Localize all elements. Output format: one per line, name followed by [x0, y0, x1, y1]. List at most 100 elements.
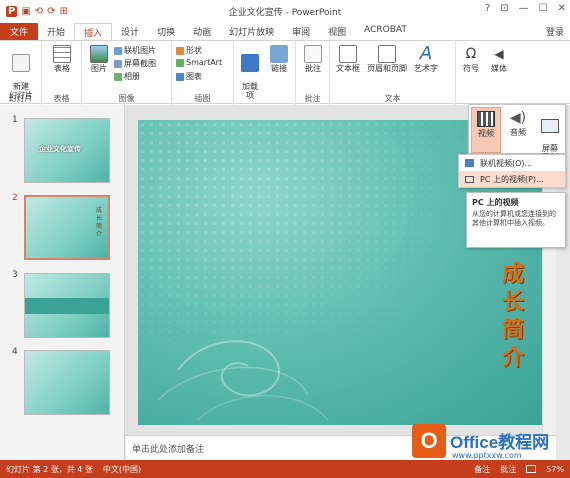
tab-slideshow[interactable]: 幻灯片放映	[220, 23, 283, 40]
tooltip: PC 上的视频 从您的计算机或您连接到的其他计算机中插入视频。	[466, 192, 566, 248]
chart-button[interactable]: 图表	[176, 71, 202, 82]
redo-icon[interactable]: ⟳	[47, 6, 55, 17]
screen-record-icon	[541, 119, 559, 133]
textbox-icon	[339, 45, 357, 63]
slide-thumbnail[interactable]	[24, 273, 110, 338]
tab-design[interactable]: 设计	[112, 23, 148, 40]
video-menu: 联机视频(O)... PC 上的视频(P)...	[458, 154, 566, 188]
slide-thumbnail[interactable]	[24, 350, 110, 415]
tooltip-title: PC 上的视频	[472, 198, 519, 207]
links-button[interactable]: 链接	[266, 45, 292, 73]
table-icon	[53, 45, 71, 63]
group-text: 文本框 页眉和页脚 A 艺术字 文本	[330, 41, 456, 105]
online-pictures-button[interactable]: 联机图片	[114, 45, 156, 56]
minimize-button[interactable]: —	[519, 3, 529, 14]
textbox-button[interactable]: 文本框	[332, 45, 364, 73]
globe-video-icon	[465, 159, 474, 167]
customize-icon[interactable]: ⊞	[60, 6, 68, 17]
login-link[interactable]: 登录	[546, 25, 564, 38]
screen-recording-button[interactable]: 屏幕 录制	[535, 107, 565, 162]
shapes-icon	[176, 46, 184, 55]
tab-view[interactable]: 视图	[319, 23, 355, 40]
menu-item-pc-video[interactable]: PC 上的视频(P)...	[459, 171, 565, 187]
title-bar: P ▣ ⟲ ⟳ ⊞ 企业文化宣传 - PowerPoint ? ⊡ — ☐ ✕	[0, 0, 570, 22]
wordart-button[interactable]: A 艺术字	[410, 43, 442, 74]
ribbon-display-button[interactable]: ⊡	[500, 3, 508, 14]
language-indicator[interactable]: 中文(中国)	[103, 464, 141, 475]
slide-vertical-title[interactable]: 成长简介	[498, 260, 528, 372]
tab-review[interactable]: 审阅	[283, 23, 319, 40]
slide-thumbnail-selected[interactable]: 成长简介	[24, 195, 110, 260]
save-icon[interactable]: ▣	[21, 6, 30, 17]
quick-access-toolbar: P ▣ ⟲ ⟳ ⊞	[0, 5, 68, 17]
tab-acrobat[interactable]: ACROBAT	[355, 23, 416, 40]
wordart-icon: A	[419, 43, 433, 64]
screenshot-icon	[114, 59, 122, 68]
tab-animations[interactable]: 动画	[184, 23, 220, 40]
group-illustrations: 形状 SmartArt 图表 插图	[172, 41, 234, 105]
comment-icon	[304, 45, 322, 63]
thumbnail-title: 企业文化宣传	[39, 145, 81, 153]
shapes-button[interactable]: 形状	[176, 45, 202, 56]
media-button[interactable]: ◀ 媒体	[486, 45, 512, 73]
header-footer-icon	[378, 45, 396, 63]
undo-icon[interactable]: ⟲	[35, 6, 43, 17]
watermark: O Office教程网 www.pptxxw.com	[412, 424, 562, 468]
office-logo-icon: O	[412, 424, 446, 458]
header-footer-button[interactable]: 页眉和页脚	[364, 45, 410, 73]
slide-number: 2	[12, 193, 18, 203]
window-controls: ? ⊡ — ☐ ✕	[485, 3, 566, 14]
tab-home[interactable]: 开始	[38, 23, 74, 40]
audio-button[interactable]: ◀) 音频	[503, 107, 533, 153]
smartart-button[interactable]: SmartArt	[176, 58, 222, 67]
new-slide-button[interactable]: 新建 幻灯片	[4, 45, 38, 100]
comment-button[interactable]: 批注	[300, 45, 326, 73]
speaker-icon: ◀)	[509, 110, 527, 126]
slide-count: 幻灯片 第 2 张，共 4 张	[6, 464, 93, 474]
thumbnail-band	[25, 298, 109, 314]
omega-icon: Ω	[465, 46, 477, 62]
group-comments: 批注 批注	[296, 41, 330, 105]
tab-transitions[interactable]: 切换	[148, 23, 184, 40]
media-dropdown: 视频 ◀) 音频 屏幕 录制	[468, 104, 566, 162]
tooltip-description: 从您的计算机或您连接到的其他计算机中插入视频。	[472, 210, 556, 227]
film-icon	[477, 111, 495, 127]
chart-icon	[176, 72, 184, 81]
link-icon	[270, 45, 288, 63]
watermark-url: www.pptxxw.com	[452, 451, 522, 460]
menu-item-online-video[interactable]: 联机视频(O)...	[459, 155, 565, 171]
video-button[interactable]: 视频	[471, 107, 501, 153]
thumbnail-title: 成长简介	[96, 207, 103, 238]
ribbon: 新建 幻灯片 幻灯片 表格 表格 图片 联机图片 屏幕截图 相册 图像 形状 S…	[0, 40, 570, 105]
screenshot-button[interactable]: 屏幕截图	[114, 58, 156, 69]
addins-button[interactable]: 加载 项	[238, 45, 262, 100]
picture-icon	[90, 45, 108, 63]
smartart-icon	[176, 58, 184, 67]
slide-number: 1	[12, 115, 18, 125]
online-pictures-icon	[114, 46, 122, 55]
table-button[interactable]: 表格	[48, 45, 76, 73]
slide-number: 3	[12, 270, 18, 280]
new-slide-icon	[12, 54, 30, 72]
group-symbols-media: Ω 符号 ◀ 媒体	[456, 41, 516, 105]
slide-thumbnail[interactable]: 企业文化宣传	[24, 118, 110, 183]
slide-number: 4	[12, 347, 18, 357]
help-button[interactable]: ?	[485, 3, 490, 14]
tab-file[interactable]: 文件	[0, 23, 39, 40]
pictures-button[interactable]: 图片	[86, 45, 112, 73]
photo-album-button[interactable]: 相册	[114, 71, 140, 82]
maximize-button[interactable]: ☐	[539, 3, 548, 14]
app-logo-icon: P	[6, 5, 18, 17]
group-addins: 加载 项 链接	[234, 41, 296, 105]
ribbon-tabs: 文件 开始 插入 设计 切换 动画 幻灯片放映 审阅 视图 ACROBAT	[0, 22, 570, 40]
addins-icon	[241, 54, 259, 72]
group-table: 表格 表格	[42, 41, 82, 105]
tab-insert[interactable]: 插入	[74, 23, 113, 40]
slide-thumbnail-pane: 1 企业文化宣传 2 成长简介 3 4	[0, 105, 125, 460]
group-images: 图片 联机图片 屏幕截图 相册 图像	[82, 41, 172, 105]
symbols-button[interactable]: Ω 符号	[458, 45, 484, 73]
close-button[interactable]: ✕	[558, 3, 566, 14]
watermark-text: Office教程网	[450, 433, 550, 452]
speaker-icon: ◀	[494, 47, 504, 61]
monitor-icon	[465, 175, 474, 183]
